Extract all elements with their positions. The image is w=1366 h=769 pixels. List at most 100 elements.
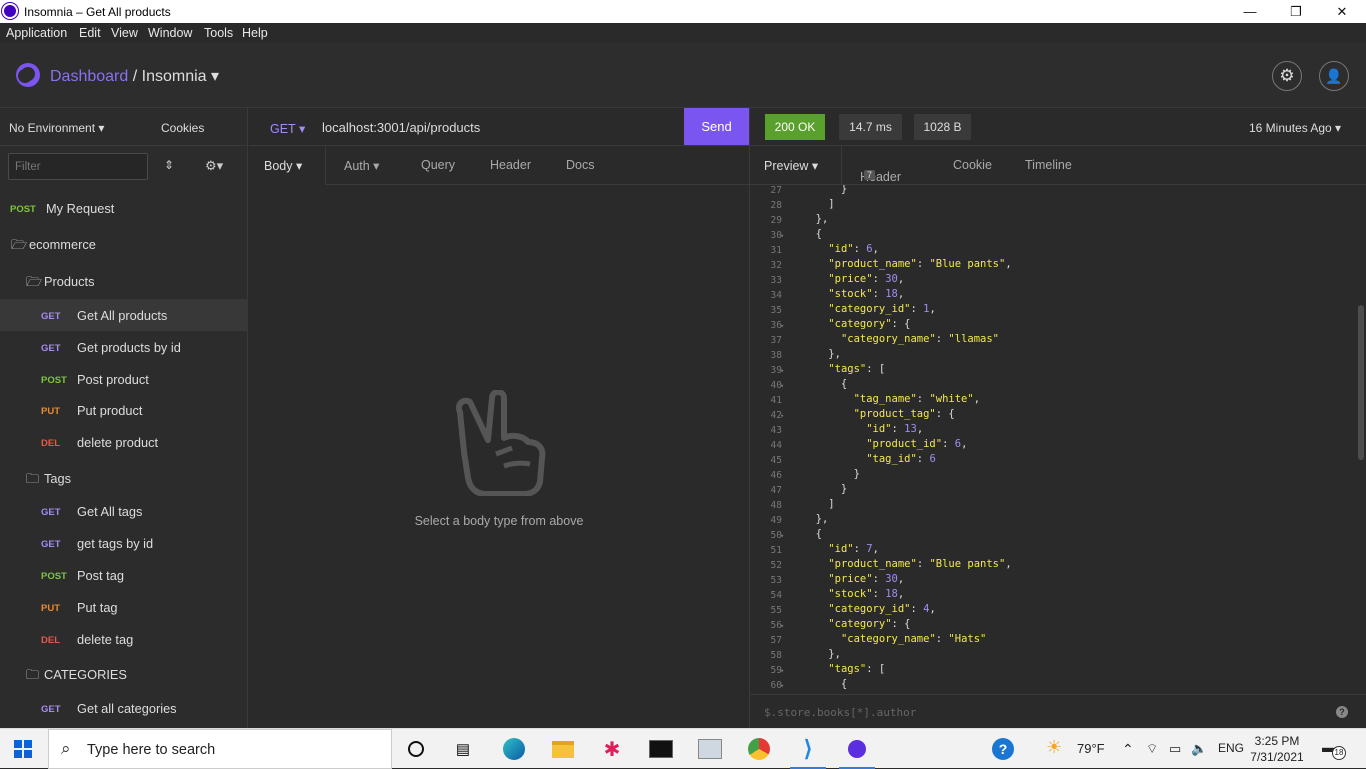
sidebar-request-put-tag[interactable]: PUT Put tag bbox=[0, 591, 248, 623]
create-menu-cog-icon[interactable]: ⚙▾ bbox=[205, 158, 223, 174]
request-label: Get products by id bbox=[77, 340, 181, 355]
photos-icon[interactable] bbox=[696, 735, 724, 763]
fold-toggle-icon[interactable]: ▾ bbox=[780, 229, 784, 244]
menu-view[interactable]: View bbox=[111, 26, 138, 40]
battery-icon[interactable]: ▭ bbox=[1169, 741, 1181, 757]
line-number: 38 bbox=[770, 350, 782, 361]
tab-docs[interactable]: Docs bbox=[566, 158, 594, 172]
edge-icon[interactable] bbox=[500, 735, 528, 763]
request-label: Put tag bbox=[77, 600, 118, 615]
folder-label: Products bbox=[44, 274, 95, 289]
help-icon[interactable]: ? bbox=[1336, 706, 1348, 718]
tab-preview[interactable]: Preview ▾ bbox=[764, 158, 818, 173]
project-dropdown[interactable]: Insomnia bbox=[142, 68, 207, 85]
code-line: } bbox=[803, 483, 848, 495]
tray-expand-icon[interactable]: ⌃ bbox=[1122, 741, 1134, 758]
slack-icon[interactable]: ✱ bbox=[598, 735, 626, 763]
line-number: 31 bbox=[770, 245, 782, 256]
sidebar-folder-products[interactable]: 🗁 Products bbox=[0, 264, 248, 296]
sidebar-request-post-tag[interactable]: POST Post tag bbox=[0, 559, 248, 591]
menu-edit[interactable]: Edit bbox=[79, 26, 101, 40]
menu-window[interactable]: Window bbox=[148, 26, 192, 40]
help-tray-icon[interactable]: ? bbox=[989, 735, 1017, 763]
method-badge: GET bbox=[41, 343, 61, 354]
maximize-button[interactable]: ❐ bbox=[1273, 0, 1319, 23]
minimize-button[interactable]: — bbox=[1227, 0, 1273, 23]
terminal-icon[interactable] bbox=[647, 735, 675, 763]
chevron-down-icon[interactable]: ▾ bbox=[211, 68, 219, 85]
notification-center-icon[interactable]: ▬ 18 bbox=[1322, 739, 1346, 760]
chrome-icon[interactable] bbox=[745, 735, 773, 763]
cookies-button[interactable]: Cookies bbox=[161, 121, 204, 135]
method-badge: POST bbox=[10, 204, 36, 215]
sidebar-folder-tags[interactable]: 🗀 Tags bbox=[0, 461, 248, 493]
wifi-icon[interactable]: ⌔ bbox=[1146, 741, 1158, 757]
sidebar-request-get-all-tags[interactable]: GET Get All tags bbox=[0, 495, 248, 527]
code-line: "tags": [ bbox=[828, 363, 886, 375]
fold-toggle-icon[interactable]: ▾ bbox=[780, 679, 784, 694]
menu-application[interactable]: Application bbox=[6, 26, 67, 40]
tab-auth[interactable]: Auth ▾ bbox=[344, 158, 379, 173]
code-line: "product_tag": { bbox=[853, 408, 955, 420]
response-filter-input[interactable]: $.store.books[*].author bbox=[764, 706, 916, 719]
language-indicator[interactable]: ENG bbox=[1218, 741, 1244, 755]
sidebar-request-get-products-by-id[interactable]: GET Get products by id bbox=[0, 331, 248, 363]
environment-dropdown[interactable]: No Environment ▾ bbox=[9, 121, 104, 135]
sidebar-filter-input[interactable] bbox=[8, 153, 148, 180]
fold-toggle-icon[interactable]: ▾ bbox=[780, 529, 784, 544]
cortana-icon[interactable] bbox=[402, 735, 430, 763]
method-badge: GET bbox=[41, 507, 61, 518]
request-tabs: Body ▾ Auth ▾ Query Header Docs bbox=[249, 146, 749, 185]
windows-start-icon[interactable] bbox=[14, 740, 32, 758]
window-title: Insomnia – Get All products bbox=[24, 5, 171, 19]
sidebar-request-put-product[interactable]: PUT Put product bbox=[0, 394, 248, 426]
code-line: "product_name": "Blue pants", bbox=[828, 558, 1012, 570]
fold-toggle-icon[interactable]: ▾ bbox=[780, 619, 784, 634]
close-button[interactable]: ✕ bbox=[1319, 0, 1365, 23]
temperature-label[interactable]: 79°F bbox=[1077, 741, 1105, 756]
preview-scrollbar[interactable] bbox=[1358, 305, 1364, 460]
settings-gear-icon[interactable]: ⚙ bbox=[1272, 61, 1302, 91]
sidebar: No Environment ▾ Cookies ⇕ ⚙▾ POST My Re… bbox=[0, 108, 248, 728]
clock[interactable]: 3:25 PM 7/31/2021 bbox=[1248, 733, 1306, 765]
sidebar-folder-categories[interactable]: 🗀 CATEGORIES bbox=[0, 657, 248, 689]
fold-toggle-icon[interactable]: ▾ bbox=[780, 319, 784, 334]
tab-cookie[interactable]: Cookie bbox=[953, 158, 992, 172]
file-explorer-icon[interactable] bbox=[549, 735, 577, 763]
line-number: 58 bbox=[770, 650, 782, 661]
sidebar-request-get-tags-by-id[interactable]: GET get tags by id bbox=[0, 527, 248, 559]
vscode-icon[interactable]: ⟩ bbox=[790, 735, 826, 769]
tab-body[interactable]: Body ▾ bbox=[264, 158, 302, 173]
fold-toggle-icon[interactable]: ▾ bbox=[780, 379, 784, 394]
dashboard-link[interactable]: Dashboard bbox=[50, 68, 128, 85]
fold-toggle-icon[interactable]: ▾ bbox=[780, 664, 784, 679]
sidebar-request-my-request[interactable]: POST My Request bbox=[0, 192, 248, 224]
weather-icon[interactable]: ☀ bbox=[1046, 737, 1062, 758]
sidebar-request-get-all-categories[interactable]: GET Get all categories bbox=[0, 692, 248, 724]
tab-timeline[interactable]: Timeline bbox=[1025, 158, 1072, 172]
menu-tools[interactable]: Tools bbox=[204, 26, 233, 40]
line-number: 34 bbox=[770, 290, 782, 301]
method-dropdown[interactable]: GET ▾ bbox=[270, 121, 305, 136]
send-button[interactable]: Send bbox=[684, 108, 749, 145]
tab-header[interactable]: Header bbox=[490, 158, 531, 172]
tab-query[interactable]: Query bbox=[421, 158, 455, 172]
sidebar-folder-ecommerce[interactable]: 🗁 ecommerce bbox=[0, 227, 248, 259]
line-number: 45 bbox=[770, 455, 782, 466]
insomnia-taskbar-icon[interactable] bbox=[839, 735, 875, 769]
fold-toggle-icon[interactable]: ▾ bbox=[780, 364, 784, 379]
task-view-icon[interactable]: ▤ bbox=[449, 735, 477, 763]
fold-toggle-icon[interactable]: ▾ bbox=[780, 409, 784, 424]
url-input[interactable]: localhost:3001/api/products bbox=[322, 120, 480, 135]
account-icon[interactable]: 👤 bbox=[1319, 61, 1349, 91]
response-preview-code[interactable]: 27 } 28 ] 29 }, 30 ▾ {31 "id": 6, 32 "product… bbox=[750, 185, 1366, 694]
sidebar-request-post-product[interactable]: POST Post product bbox=[0, 363, 248, 395]
history-dropdown[interactable]: 16 Minutes Ago ▾ bbox=[1249, 121, 1341, 135]
sort-icon[interactable]: ⇕ bbox=[164, 158, 174, 172]
taskbar-search-box[interactable]: ⌕ Type here to search bbox=[48, 729, 392, 769]
volume-icon[interactable]: 🔈 bbox=[1191, 741, 1207, 757]
sidebar-request-get-all-products[interactable]: GET Get All products bbox=[0, 299, 248, 331]
sidebar-request-delete-tag[interactable]: DEL delete tag bbox=[0, 623, 248, 655]
sidebar-request-delete-product[interactable]: DEL delete product bbox=[0, 426, 248, 458]
menu-help[interactable]: Help bbox=[242, 26, 268, 40]
